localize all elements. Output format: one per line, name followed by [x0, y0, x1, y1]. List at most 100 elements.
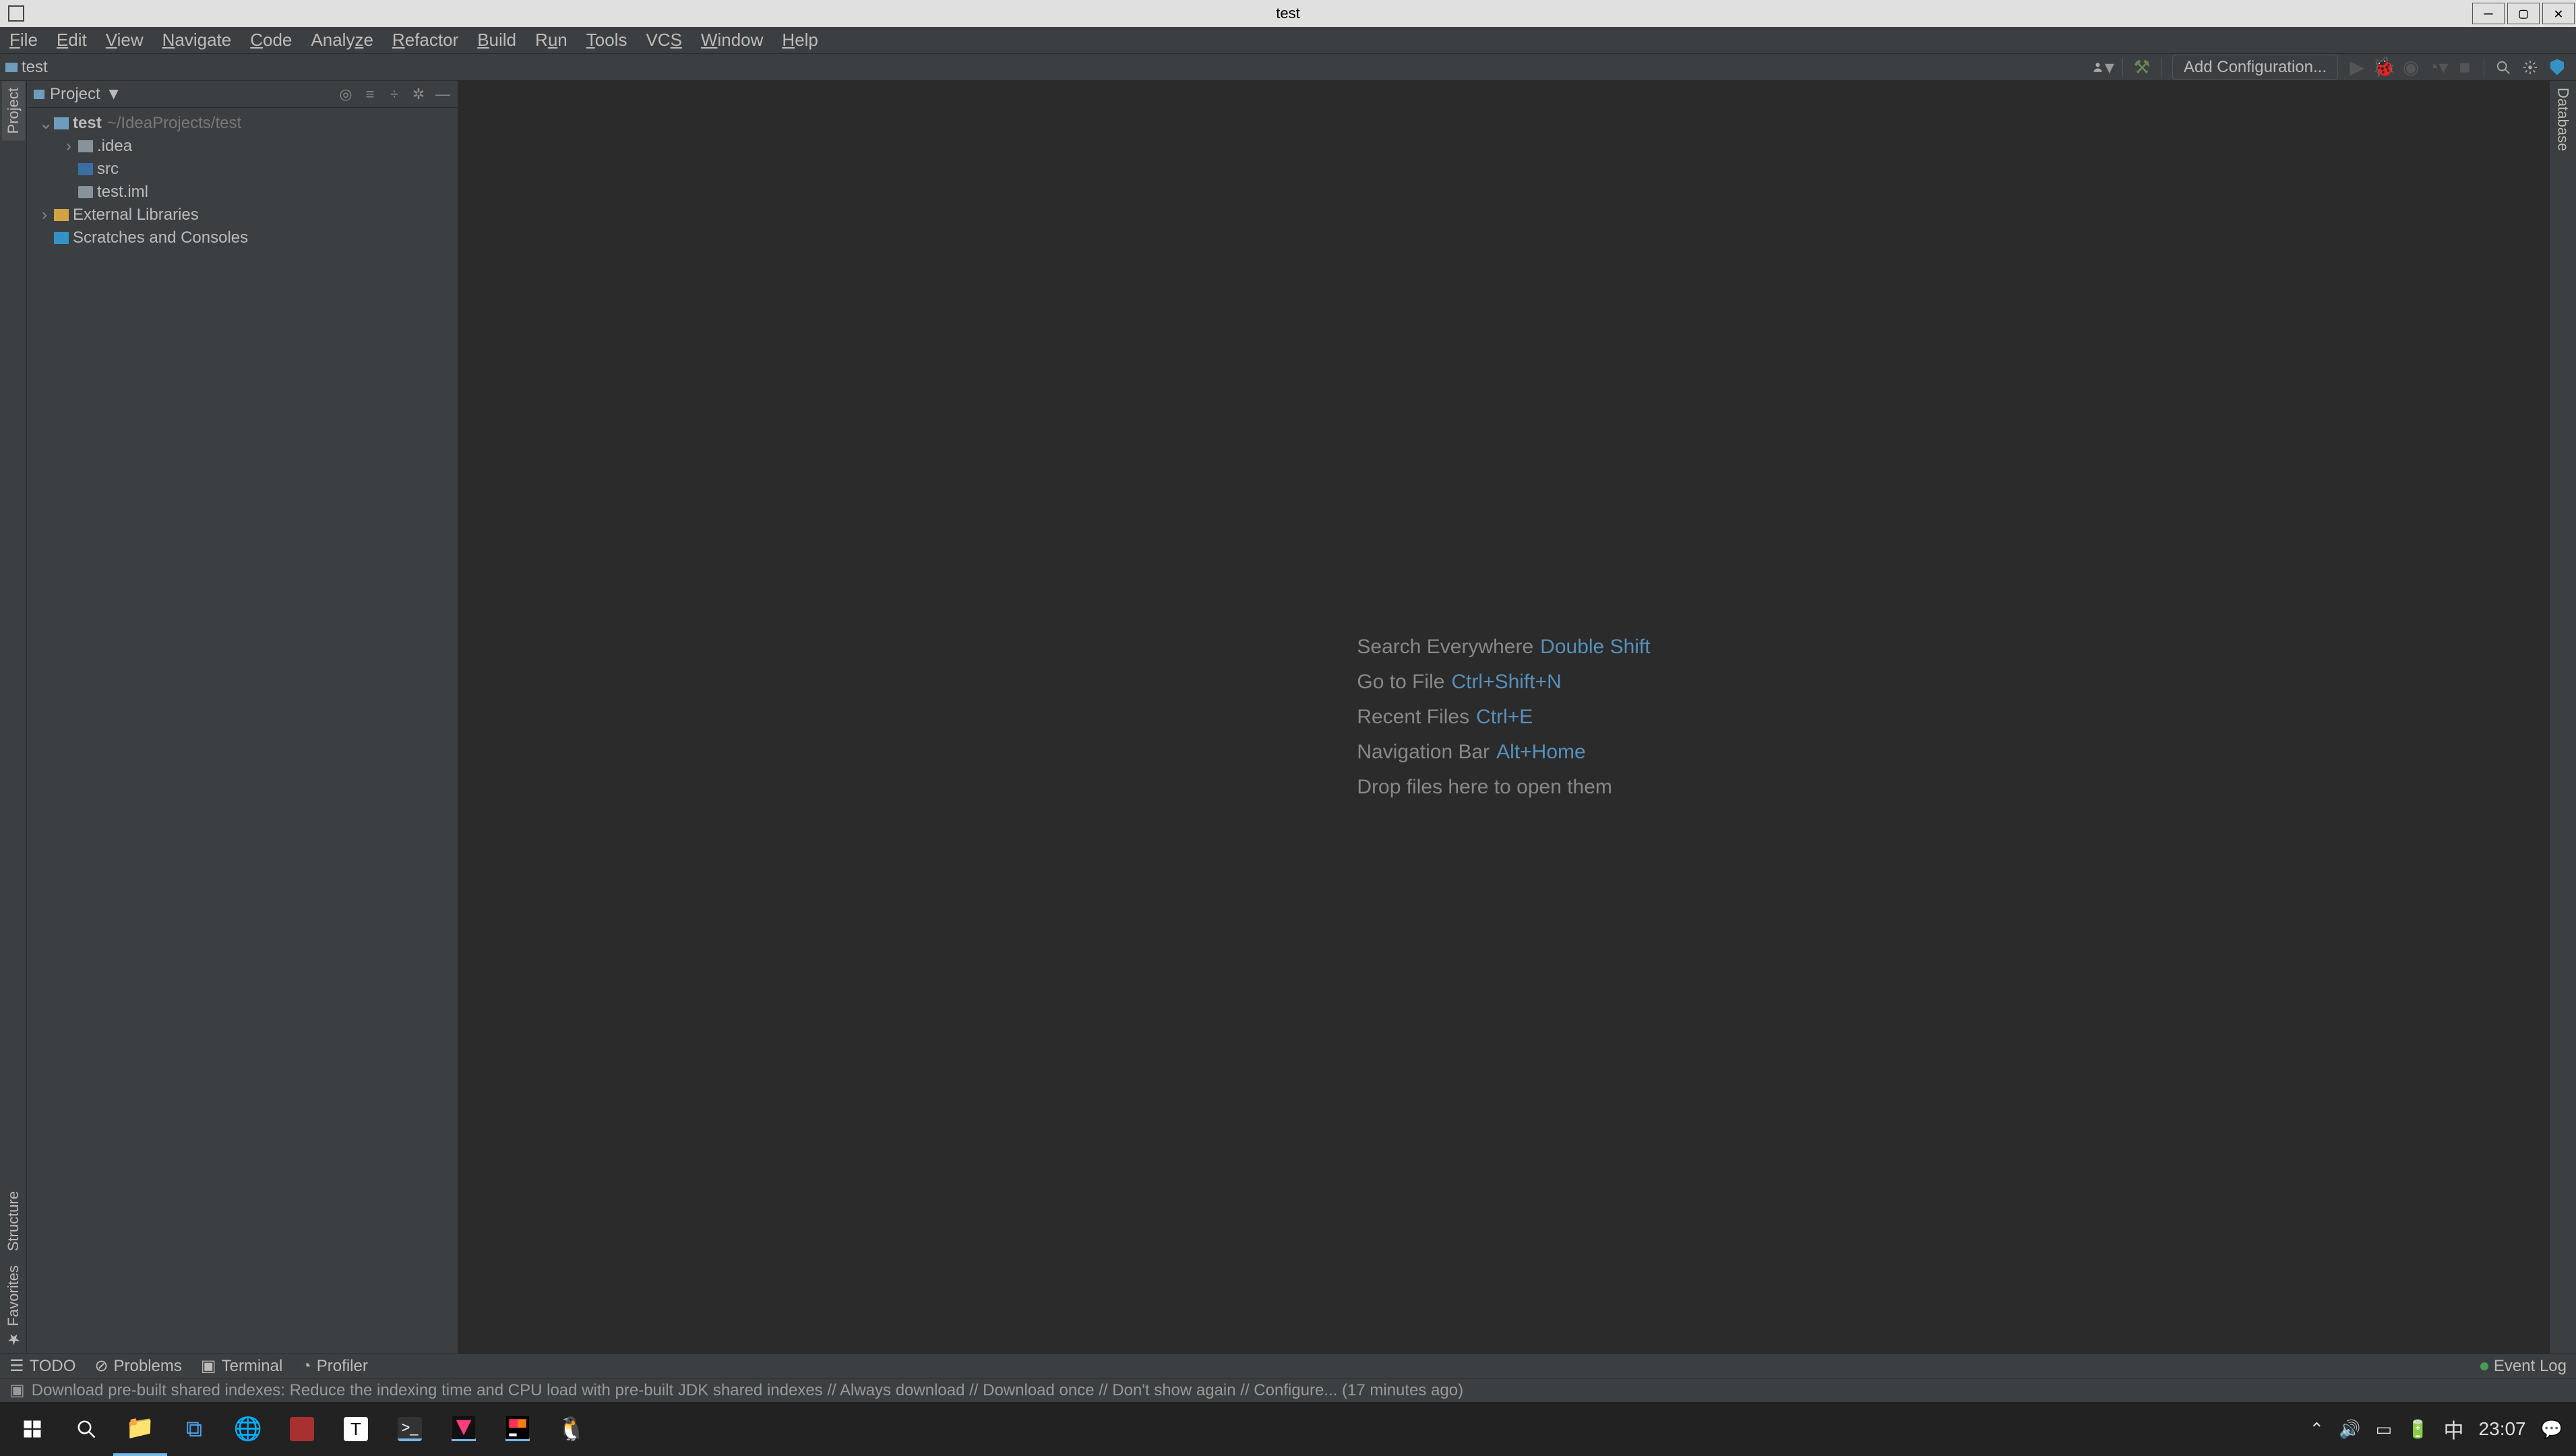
panel-settings-button[interactable]: ✲: [410, 86, 427, 102]
project-folder-icon: [54, 117, 69, 129]
tray-volume-icon[interactable]: 🔊: [2339, 1419, 2360, 1440]
tray-notifications-icon[interactable]: 💬: [2541, 1419, 2563, 1440]
bottom-tool-strip: ☰TODO ⊘Problems ▣Terminal ◔Profiler Even…: [0, 1354, 2576, 1378]
debug-button[interactable]: 🐞: [2373, 57, 2395, 78]
profile-button[interactable]: ◔▾: [2427, 57, 2449, 78]
status-dot-icon: [2480, 1362, 2488, 1370]
tree-scratches[interactable]: Scratches and Consoles: [27, 226, 458, 249]
tray-ime[interactable]: 中: [2444, 1414, 2464, 1444]
settings-button[interactable]: [2519, 57, 2541, 78]
tab-favorites[interactable]: ★Favorites: [2, 1258, 25, 1354]
menu-analyze[interactable]: Analyze: [307, 28, 377, 52]
shield-icon[interactable]: [2546, 57, 2568, 78]
taskbar-intellij[interactable]: [505, 1417, 530, 1441]
expand-all-button[interactable]: ≡: [362, 86, 378, 102]
close-button[interactable]: ✕: [2542, 3, 2575, 24]
taskbar-vscode[interactable]: ⧉: [167, 1402, 221, 1456]
window-title: test: [1276, 5, 1299, 22]
right-tool-strip: Database: [2549, 81, 2576, 1354]
tree-label: External Libraries: [73, 206, 199, 224]
build-hammer-button[interactable]: ⚒: [2131, 57, 2153, 78]
tree-root[interactable]: ⌄ test ~/IdeaProjects/test: [27, 112, 458, 135]
start-button[interactable]: [5, 1402, 59, 1456]
menu-tools[interactable]: Tools: [582, 28, 632, 52]
add-configuration-button[interactable]: Add Configuration...: [2172, 55, 2338, 80]
taskbar-app-red[interactable]: [290, 1417, 314, 1441]
tool-event-log[interactable]: Event Log: [2480, 1357, 2567, 1376]
project-tool-window: Project ▼ ◎ ≡ ÷ ✲ — ⌄ test ~/IdeaProject…: [27, 81, 458, 1354]
coverage-button[interactable]: ◉: [2400, 57, 2422, 78]
hint-shortcut: Ctrl+Shift+N: [1451, 671, 1561, 693]
tab-project[interactable]: Project: [2, 81, 25, 140]
tray-battery-icon[interactable]: 🔋: [2407, 1419, 2428, 1440]
menu-run[interactable]: Run: [531, 28, 572, 52]
menu-vcs[interactable]: VCS: [642, 28, 685, 52]
folder-icon: [5, 63, 18, 72]
menu-build[interactable]: Build: [473, 28, 520, 52]
tab-database[interactable]: Database: [2552, 81, 2575, 158]
source-folder-icon: [78, 163, 93, 175]
menu-help[interactable]: Help: [778, 28, 822, 52]
menu-file[interactable]: File: [5, 28, 42, 52]
welcome-hints: Search EverywhereDouble Shift Go to File…: [1357, 624, 1650, 811]
taskbar-search[interactable]: [59, 1402, 113, 1456]
tab-structure[interactable]: Structure: [2, 1184, 25, 1258]
chevron-right-icon[interactable]: ›: [63, 137, 74, 156]
menu-navigate[interactable]: Navigate: [158, 28, 236, 52]
user-dropdown-button[interactable]: ▾: [2093, 57, 2114, 78]
search-button[interactable]: [2492, 57, 2514, 78]
tool-profiler[interactable]: ◔Profiler: [301, 1357, 368, 1376]
main-menu-bar: File Edit View Navigate Code Analyze Ref…: [0, 27, 2576, 54]
tool-problems[interactable]: ⊘Problems: [94, 1356, 181, 1376]
tool-terminal[interactable]: ▣Terminal: [201, 1356, 282, 1376]
toggle-tool-windows-icon[interactable]: ▣: [9, 1381, 25, 1400]
tray-display-icon[interactable]: ▭: [2376, 1419, 2393, 1440]
editor-area[interactable]: Search EverywhereDouble Shift Go to File…: [458, 81, 2549, 1354]
taskbar-toolbox[interactable]: [452, 1417, 476, 1441]
taskbar-terminal[interactable]: >_: [398, 1417, 422, 1441]
tray-chevron-up-icon[interactable]: ⌃: [2309, 1419, 2324, 1440]
breadcrumb[interactable]: test: [22, 58, 48, 77]
library-icon: [54, 209, 69, 221]
chevron-right-icon[interactable]: ›: [39, 206, 50, 224]
tool-todo[interactable]: ☰TODO: [9, 1356, 75, 1376]
tree-label: .idea: [97, 137, 132, 156]
tree-label: test: [73, 114, 102, 133]
menu-refactor[interactable]: Refactor: [388, 28, 462, 52]
tray-clock[interactable]: 23:07: [2479, 1418, 2526, 1440]
hint-label: Navigation Bar: [1357, 741, 1490, 763]
menu-view[interactable]: View: [102, 28, 148, 52]
tree-label: test.iml: [97, 183, 148, 202]
select-opened-file-button[interactable]: ◎: [338, 86, 354, 102]
left-tool-strip: Project Structure ★Favorites: [0, 81, 27, 1354]
menu-edit[interactable]: Edit: [53, 28, 91, 52]
taskbar-chrome[interactable]: 🌐: [221, 1402, 275, 1456]
hint-label: Recent Files: [1357, 706, 1469, 728]
menu-window[interactable]: Window: [697, 28, 767, 52]
navigation-bar: test ▾ ⚒ Add Configuration... ▶ 🐞 ◉ ◔▾ ■: [0, 54, 2576, 81]
menu-code[interactable]: Code: [246, 28, 296, 52]
tree-file-iml[interactable]: test.iml: [27, 181, 458, 204]
minimize-button[interactable]: —: [2472, 3, 2505, 24]
tree-folder-src[interactable]: src: [27, 158, 458, 181]
taskbar-explorer[interactable]: 📁: [113, 1402, 167, 1456]
project-view-selector[interactable]: Project ▼: [34, 85, 121, 104]
tree-external-libraries[interactable]: › External Libraries: [27, 204, 458, 226]
window-icon: [8, 5, 24, 22]
stop-button[interactable]: ■: [2454, 57, 2476, 78]
taskbar-linux[interactable]: 🐧: [545, 1402, 599, 1456]
tree-folder-idea[interactable]: › .idea: [27, 135, 458, 158]
maximize-button[interactable]: ▢: [2507, 3, 2540, 24]
scratch-icon: [54, 232, 69, 244]
taskbar-app-t[interactable]: T: [344, 1417, 368, 1441]
folder-icon: [34, 90, 44, 99]
collapse-all-button[interactable]: ÷: [386, 86, 402, 102]
os-titlebar: test — ▢ ✕: [0, 0, 2576, 27]
status-message[interactable]: Download pre-built shared indexes: Reduc…: [32, 1381, 1463, 1400]
chevron-down-icon[interactable]: ⌄: [39, 114, 50, 133]
run-button[interactable]: ▶: [2346, 57, 2368, 78]
tree-label: Scratches and Consoles: [73, 229, 248, 247]
hint-shortcut: Ctrl+E: [1476, 706, 1533, 728]
hide-panel-button[interactable]: —: [435, 86, 451, 102]
project-tree: ⌄ test ~/IdeaProjects/test › .idea src t…: [27, 108, 458, 253]
